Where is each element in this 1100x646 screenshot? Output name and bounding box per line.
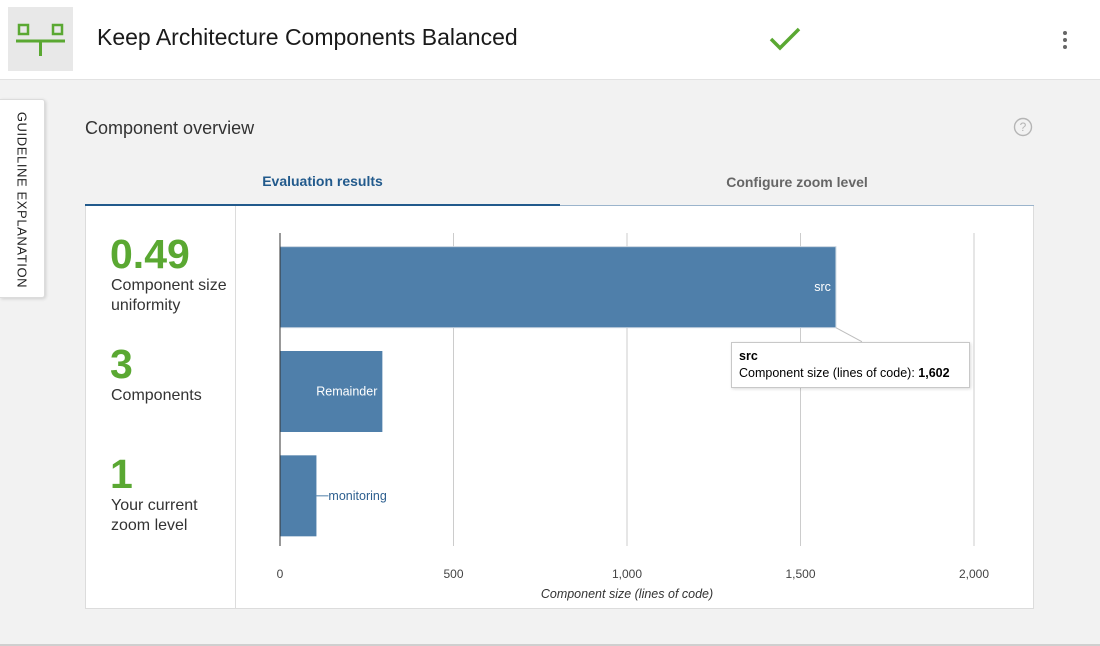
tooltip-title: src <box>739 349 758 363</box>
x-tick-label: 2,000 <box>959 567 989 581</box>
x-tick-label: 500 <box>443 567 463 581</box>
section-title: Component overview <box>85 118 255 138</box>
component-size-chart: 0 500 1,000 1,500 2,000 src Remainder monitorin… <box>277 233 989 601</box>
help-circle-icon[interactable]: ? <box>1013 117 1033 137</box>
guideline-explanation-tab[interactable]: GUIDELINE EXPLANATION <box>0 99 45 298</box>
bar-label: Remainder <box>316 385 377 399</box>
x-axis-title: Component size (lines of code) <box>541 587 713 601</box>
svg-text:?: ? <box>1020 120 1027 134</box>
component-balance-icon <box>8 7 73 71</box>
zoom-level-value: 1 <box>110 451 133 497</box>
check-icon <box>769 27 801 51</box>
tooltip-value: 1,602 <box>918 366 950 380</box>
tab-configure-zoom-level[interactable]: Configure zoom level <box>560 158 1034 206</box>
components-label: Components <box>111 387 202 404</box>
uniformity-value: 0.49 <box>110 231 190 277</box>
x-tick-label: 1,000 <box>612 567 642 581</box>
more-vert-icon[interactable] <box>1052 26 1078 54</box>
bar-label: src <box>814 280 831 294</box>
bar-tooltip: src Component size (lines of code): 1,60… <box>731 342 970 388</box>
components-value: 3 <box>110 341 133 387</box>
stats-column: 0.49 Component size uniformity 3 Compone… <box>86 206 236 608</box>
zoom-level-label: Your current zoom level <box>111 497 198 534</box>
bar-label: monitoring <box>328 489 386 503</box>
x-tick-label: 0 <box>277 567 284 581</box>
tooltip-line: Component size (lines of code): 1,602 <box>739 366 950 380</box>
bar <box>280 455 317 537</box>
page-title: Keep Architecture Components Balanced <box>97 24 518 50</box>
bar <box>279 246 837 329</box>
x-tick-label: 1,500 <box>785 567 815 581</box>
guideline-explanation-label: GUIDELINE EXPLANATION <box>14 111 30 289</box>
tooltip-pointer <box>835 327 863 343</box>
tab-evaluation-results[interactable]: Evaluation results <box>85 158 560 206</box>
tooltip-label: Component size (lines of code) <box>739 366 912 380</box>
uniformity-label: Component size uniformity <box>111 277 227 314</box>
app-header: Keep Architecture Components Balanced <box>0 0 1100 80</box>
